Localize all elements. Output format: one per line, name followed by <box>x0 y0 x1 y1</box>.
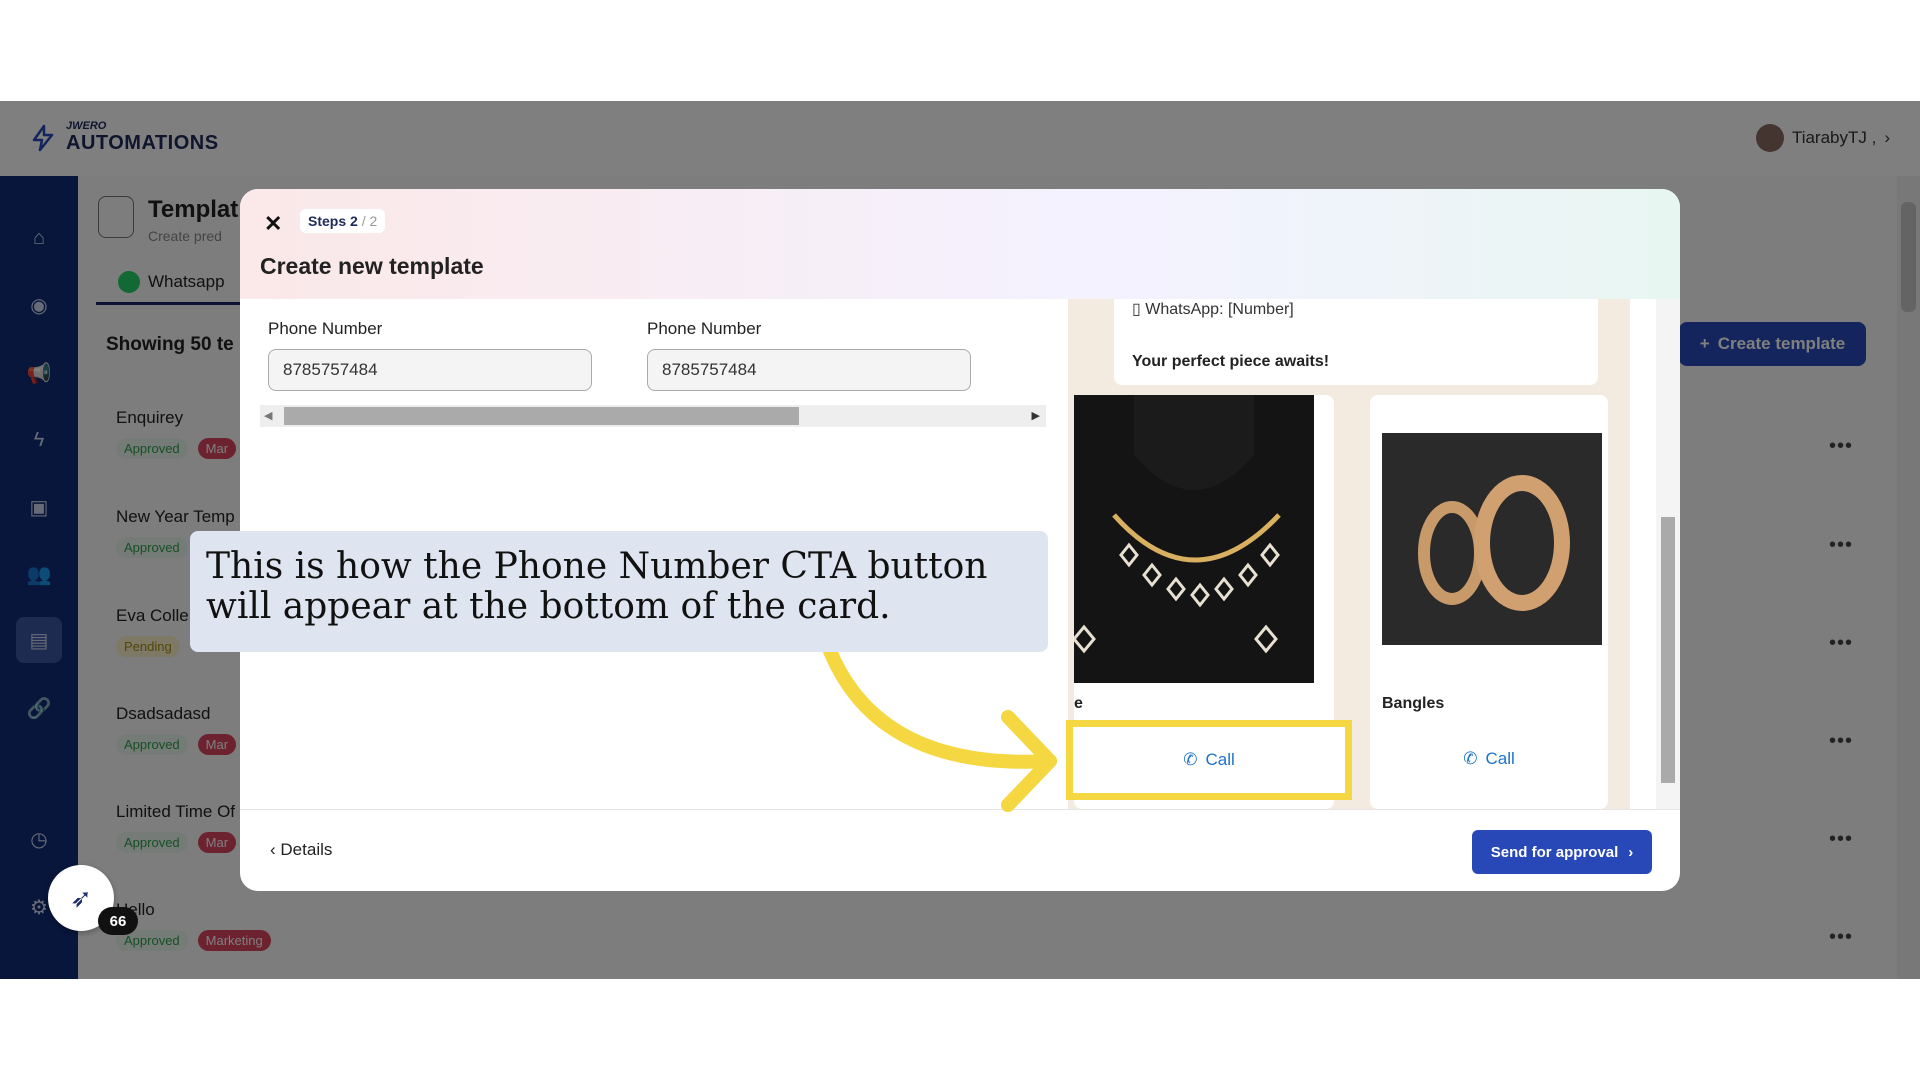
phone-number-group: Phone Number 8785757484 <box>240 299 600 405</box>
scrollbar-thumb[interactable] <box>284 407 799 425</box>
message-wa-line: ▯ WhatsApp: [Number] <box>1132 301 1294 318</box>
phone-number-group: Phone Number 8785757484 <box>619 299 979 405</box>
card-title: e <box>1074 695 1083 712</box>
phone-icon: ✆ <box>1183 750 1198 769</box>
phone-icon: ✆ <box>1463 749 1478 768</box>
phone-number-input[interactable]: 8785757484 <box>647 349 971 391</box>
necklace-graphic <box>1074 395 1281 654</box>
chevron-left-icon: ‹ <box>270 840 276 859</box>
scroll-left-icon[interactable]: ◀ <box>264 409 272 422</box>
steps-indicator: Steps 2 / 2 <box>300 209 386 233</box>
bangles-image <box>1382 433 1602 645</box>
card-title: Bangles <box>1382 695 1445 712</box>
call-button-label: Call <box>1205 750 1235 769</box>
callout-text: This is how the Phone Number CTA button … <box>206 546 988 627</box>
close-icon[interactable]: ✕ <box>264 211 282 237</box>
callout-box: This is how the Phone Number CTA button … <box>190 531 1048 652</box>
modal-footer: ‹ Details Send for approval › <box>240 809 1680 891</box>
message-bubble: ▯ WhatsApp: [Number] Your perfect piece … <box>1114 299 1598 385</box>
steps-total: / 2 <box>361 213 378 229</box>
phone-number-input[interactable]: 8785757484 <box>268 349 592 391</box>
necklace-image <box>1074 395 1314 683</box>
preview-scrollbar[interactable] <box>1656 299 1680 809</box>
send-for-approval-label: Send for approval <box>1490 843 1619 861</box>
phone-number-label: Phone Number <box>268 319 383 338</box>
send-for-approval-button[interactable]: Send for approval › <box>1472 830 1652 874</box>
call-button[interactable]: ✆ Call <box>1370 735 1608 783</box>
back-button-label: Details <box>280 840 333 859</box>
carousel-card: Bangles ✆ Call <box>1370 395 1608 809</box>
modal-header: ✕ Steps 2 / 2 Create new template <box>240 189 1680 299</box>
screenshot: JWERO AUTOMATIONS TiarabyTJ , › ⌂ ◉ 📢 ϟ … <box>0 101 1920 979</box>
message-cta-line: Your perfect piece awaits! <box>1132 353 1330 370</box>
highlighted-call-button[interactable]: ✆ Call <box>1066 720 1352 800</box>
phone-number-label: Phone Number <box>647 319 762 338</box>
call-button-label: Call <box>1485 749 1515 768</box>
message-wa-text: WhatsApp: [Number] <box>1145 301 1294 318</box>
modal-title: Create new template <box>260 253 484 279</box>
scroll-right-icon[interactable]: ▶ <box>1032 409 1040 422</box>
chevron-right-icon: › <box>1628 843 1634 861</box>
horizontal-scrollbar[interactable]: ◀ ▶ <box>260 405 1046 427</box>
scrollbar-thumb[interactable] <box>1661 517 1675 783</box>
bangles-graphic <box>1418 475 1570 611</box>
notification-count: 66 <box>98 907 138 935</box>
steps-label: Steps 2 <box>308 213 358 229</box>
back-button[interactable]: ‹ Details <box>270 840 332 860</box>
